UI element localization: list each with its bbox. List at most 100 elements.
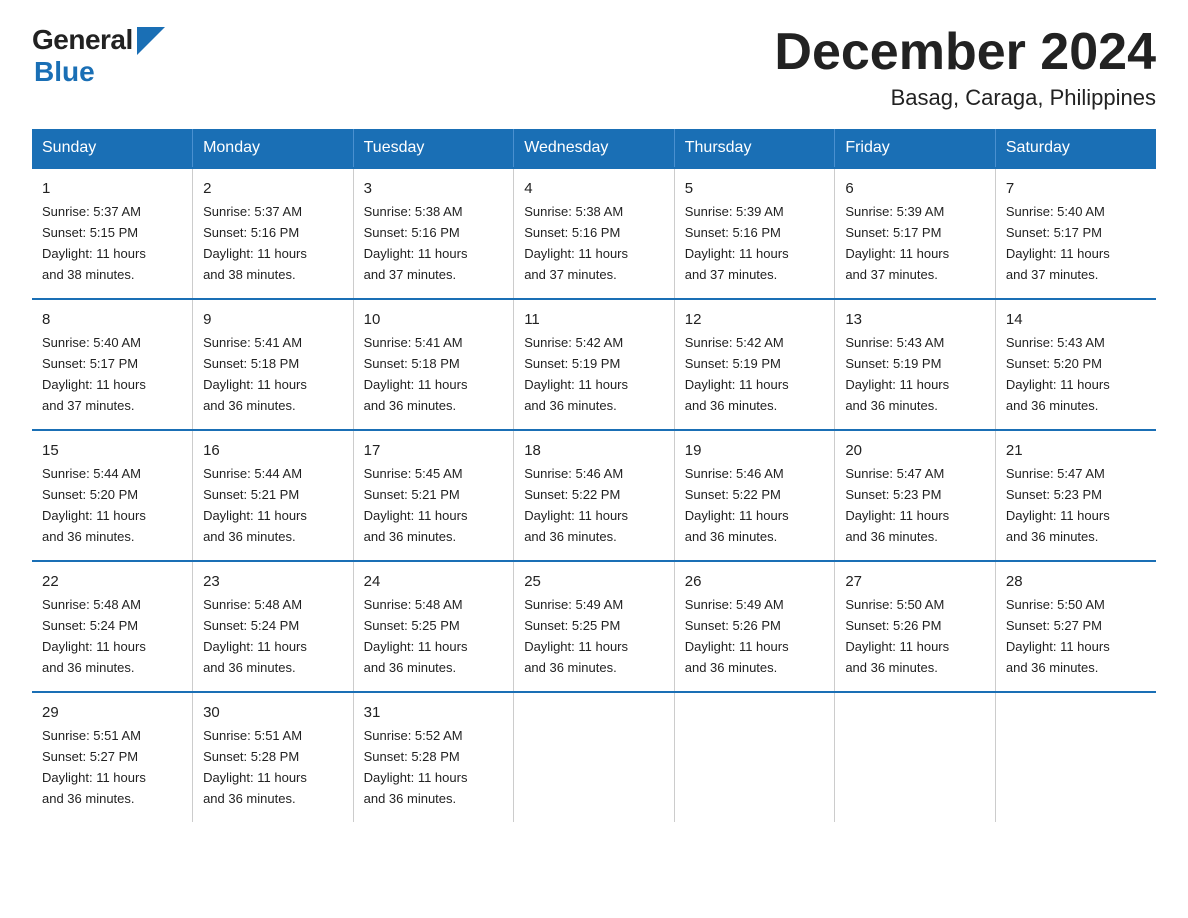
logo-arrow-icon: [137, 27, 165, 55]
header-friday: Friday: [835, 129, 996, 168]
day-info: Sunrise: 5:42 AMSunset: 5:19 PMDaylight:…: [524, 335, 628, 413]
table-row: 1 Sunrise: 5:37 AMSunset: 5:15 PMDayligh…: [32, 168, 193, 299]
table-row: 16 Sunrise: 5:44 AMSunset: 5:21 PMDaylig…: [193, 430, 354, 561]
day-number: 5: [685, 177, 825, 200]
day-number: 2: [203, 177, 343, 200]
table-row: 4 Sunrise: 5:38 AMSunset: 5:16 PMDayligh…: [514, 168, 675, 299]
header-monday: Monday: [193, 129, 354, 168]
day-number: 21: [1006, 439, 1146, 462]
day-number: 4: [524, 177, 664, 200]
header-tuesday: Tuesday: [353, 129, 514, 168]
header-thursday: Thursday: [674, 129, 835, 168]
day-number: 13: [845, 308, 985, 331]
day-number: 11: [524, 308, 664, 331]
table-row: 14 Sunrise: 5:43 AMSunset: 5:20 PMDaylig…: [995, 299, 1156, 430]
day-info: Sunrise: 5:41 AMSunset: 5:18 PMDaylight:…: [203, 335, 307, 413]
day-info: Sunrise: 5:37 AMSunset: 5:15 PMDaylight:…: [42, 204, 146, 282]
table-row: [835, 692, 996, 822]
table-row: 30 Sunrise: 5:51 AMSunset: 5:28 PMDaylig…: [193, 692, 354, 822]
table-row: 23 Sunrise: 5:48 AMSunset: 5:24 PMDaylig…: [193, 561, 354, 692]
day-number: 8: [42, 308, 182, 331]
day-number: 31: [364, 701, 504, 724]
table-row: 7 Sunrise: 5:40 AMSunset: 5:17 PMDayligh…: [995, 168, 1156, 299]
day-info: Sunrise: 5:46 AMSunset: 5:22 PMDaylight:…: [524, 466, 628, 544]
day-number: 25: [524, 570, 664, 593]
table-row: 2 Sunrise: 5:37 AMSunset: 5:16 PMDayligh…: [193, 168, 354, 299]
table-row: 26 Sunrise: 5:49 AMSunset: 5:26 PMDaylig…: [674, 561, 835, 692]
day-info: Sunrise: 5:40 AMSunset: 5:17 PMDaylight:…: [42, 335, 146, 413]
day-info: Sunrise: 5:45 AMSunset: 5:21 PMDaylight:…: [364, 466, 468, 544]
calendar-week-row: 1 Sunrise: 5:37 AMSunset: 5:15 PMDayligh…: [32, 168, 1156, 299]
table-row: 17 Sunrise: 5:45 AMSunset: 5:21 PMDaylig…: [353, 430, 514, 561]
calendar-header-row: Sunday Monday Tuesday Wednesday Thursday…: [32, 129, 1156, 168]
day-number: 16: [203, 439, 343, 462]
day-info: Sunrise: 5:47 AMSunset: 5:23 PMDaylight:…: [1006, 466, 1110, 544]
day-info: Sunrise: 5:43 AMSunset: 5:19 PMDaylight:…: [845, 335, 949, 413]
table-row: 13 Sunrise: 5:43 AMSunset: 5:19 PMDaylig…: [835, 299, 996, 430]
table-row: 5 Sunrise: 5:39 AMSunset: 5:16 PMDayligh…: [674, 168, 835, 299]
day-number: 19: [685, 439, 825, 462]
header-sunday: Sunday: [32, 129, 193, 168]
day-info: Sunrise: 5:40 AMSunset: 5:17 PMDaylight:…: [1006, 204, 1110, 282]
day-number: 20: [845, 439, 985, 462]
day-info: Sunrise: 5:44 AMSunset: 5:21 PMDaylight:…: [203, 466, 307, 544]
day-number: 28: [1006, 570, 1146, 593]
day-number: 30: [203, 701, 343, 724]
table-row: 3 Sunrise: 5:38 AMSunset: 5:16 PMDayligh…: [353, 168, 514, 299]
table-row: 27 Sunrise: 5:50 AMSunset: 5:26 PMDaylig…: [835, 561, 996, 692]
table-row: 25 Sunrise: 5:49 AMSunset: 5:25 PMDaylig…: [514, 561, 675, 692]
day-info: Sunrise: 5:41 AMSunset: 5:18 PMDaylight:…: [364, 335, 468, 413]
day-number: 18: [524, 439, 664, 462]
table-row: 10 Sunrise: 5:41 AMSunset: 5:18 PMDaylig…: [353, 299, 514, 430]
table-row: 31 Sunrise: 5:52 AMSunset: 5:28 PMDaylig…: [353, 692, 514, 822]
table-row: 21 Sunrise: 5:47 AMSunset: 5:23 PMDaylig…: [995, 430, 1156, 561]
day-number: 7: [1006, 177, 1146, 200]
page-header: General Blue December 2024 Basag, Caraga…: [32, 24, 1156, 111]
day-info: Sunrise: 5:49 AMSunset: 5:26 PMDaylight:…: [685, 597, 789, 675]
day-info: Sunrise: 5:42 AMSunset: 5:19 PMDaylight:…: [685, 335, 789, 413]
day-number: 10: [364, 308, 504, 331]
day-number: 9: [203, 308, 343, 331]
header-wednesday: Wednesday: [514, 129, 675, 168]
day-number: 29: [42, 701, 182, 724]
day-number: 6: [845, 177, 985, 200]
calendar-week-row: 8 Sunrise: 5:40 AMSunset: 5:17 PMDayligh…: [32, 299, 1156, 430]
table-row: 18 Sunrise: 5:46 AMSunset: 5:22 PMDaylig…: [514, 430, 675, 561]
day-info: Sunrise: 5:46 AMSunset: 5:22 PMDaylight:…: [685, 466, 789, 544]
calendar-week-row: 22 Sunrise: 5:48 AMSunset: 5:24 PMDaylig…: [32, 561, 1156, 692]
day-number: 3: [364, 177, 504, 200]
logo-general-text: General: [32, 24, 133, 56]
day-info: Sunrise: 5:39 AMSunset: 5:17 PMDaylight:…: [845, 204, 949, 282]
table-row: [995, 692, 1156, 822]
day-info: Sunrise: 5:48 AMSunset: 5:25 PMDaylight:…: [364, 597, 468, 675]
day-info: Sunrise: 5:51 AMSunset: 5:28 PMDaylight:…: [203, 728, 307, 806]
table-row: 20 Sunrise: 5:47 AMSunset: 5:23 PMDaylig…: [835, 430, 996, 561]
day-number: 17: [364, 439, 504, 462]
day-info: Sunrise: 5:37 AMSunset: 5:16 PMDaylight:…: [203, 204, 307, 282]
table-row: [514, 692, 675, 822]
calendar-week-row: 29 Sunrise: 5:51 AMSunset: 5:27 PMDaylig…: [32, 692, 1156, 822]
day-number: 27: [845, 570, 985, 593]
day-info: Sunrise: 5:43 AMSunset: 5:20 PMDaylight:…: [1006, 335, 1110, 413]
table-row: 12 Sunrise: 5:42 AMSunset: 5:19 PMDaylig…: [674, 299, 835, 430]
calendar-title: December 2024: [774, 24, 1156, 81]
title-block: December 2024 Basag, Caraga, Philippines: [774, 24, 1156, 111]
day-number: 15: [42, 439, 182, 462]
day-info: Sunrise: 5:44 AMSunset: 5:20 PMDaylight:…: [42, 466, 146, 544]
day-info: Sunrise: 5:39 AMSunset: 5:16 PMDaylight:…: [685, 204, 789, 282]
table-row: 8 Sunrise: 5:40 AMSunset: 5:17 PMDayligh…: [32, 299, 193, 430]
table-row: 22 Sunrise: 5:48 AMSunset: 5:24 PMDaylig…: [32, 561, 193, 692]
header-saturday: Saturday: [995, 129, 1156, 168]
day-info: Sunrise: 5:38 AMSunset: 5:16 PMDaylight:…: [524, 204, 628, 282]
table-row: 24 Sunrise: 5:48 AMSunset: 5:25 PMDaylig…: [353, 561, 514, 692]
day-info: Sunrise: 5:50 AMSunset: 5:27 PMDaylight:…: [1006, 597, 1110, 675]
day-number: 23: [203, 570, 343, 593]
table-row: 6 Sunrise: 5:39 AMSunset: 5:17 PMDayligh…: [835, 168, 996, 299]
day-info: Sunrise: 5:52 AMSunset: 5:28 PMDaylight:…: [364, 728, 468, 806]
day-info: Sunrise: 5:38 AMSunset: 5:16 PMDaylight:…: [364, 204, 468, 282]
day-info: Sunrise: 5:47 AMSunset: 5:23 PMDaylight:…: [845, 466, 949, 544]
day-number: 22: [42, 570, 182, 593]
day-info: Sunrise: 5:48 AMSunset: 5:24 PMDaylight:…: [203, 597, 307, 675]
table-row: 9 Sunrise: 5:41 AMSunset: 5:18 PMDayligh…: [193, 299, 354, 430]
logo-blue-text: Blue: [34, 56, 95, 88]
